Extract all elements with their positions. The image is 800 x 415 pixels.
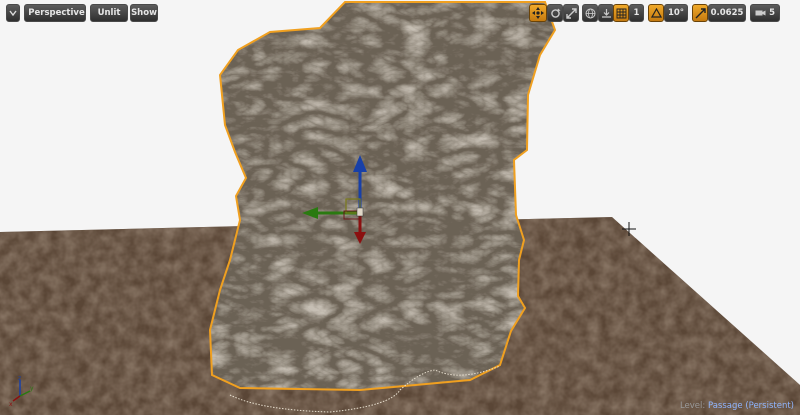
camera-speed-icon: [755, 10, 766, 16]
svg-text:x: x: [9, 401, 13, 408]
svg-text:z: z: [18, 375, 21, 382]
show-flags-button[interactable]: Show: [130, 4, 158, 22]
rotate-icon: [550, 8, 560, 18]
rotation-snap-value[interactable]: 10°: [664, 4, 688, 22]
scale-snap-icon: [695, 7, 706, 18]
unlit-label: Unlit: [97, 8, 121, 18]
rotate-mode-button[interactable]: [547, 4, 563, 22]
translate-mode-button[interactable]: [529, 4, 547, 22]
perspective-label: Perspective: [28, 8, 85, 18]
surface-snap-icon: [601, 8, 611, 18]
camera-speed-label: 5: [769, 8, 775, 18]
viewport[interactable]: z y x Perspective Unlit Show 1 10° 0.062…: [0, 0, 800, 415]
view-mode-unlit-button[interactable]: Unlit: [90, 4, 128, 22]
camera-speed-button[interactable]: 5: [750, 4, 780, 22]
grid-icon: [616, 8, 626, 18]
scale-snap-value[interactable]: 0.0625: [708, 4, 746, 22]
svg-text:y: y: [30, 385, 34, 392]
level-label: Level:: [679, 401, 706, 411]
grid-snap-toggle[interactable]: [613, 4, 629, 22]
rock-mesh[interactable]: [208, 1, 557, 413]
scale-snap-value-label: 0.0625: [710, 8, 744, 18]
viewport-options-button[interactable]: [6, 4, 20, 22]
globe-icon: [585, 8, 595, 18]
perspective-button[interactable]: Perspective: [24, 4, 86, 22]
show-label: Show: [131, 8, 157, 18]
scale-icon: [565, 7, 577, 19]
chevron-down-icon: [9, 10, 17, 16]
viewport-scene[interactable]: z y x: [0, 0, 800, 415]
rotation-snap-toggle[interactable]: [648, 4, 664, 22]
coordinate-system-button[interactable]: [582, 4, 598, 22]
grid-snap-value-label: 1: [633, 8, 640, 18]
gizmo-pivot: [356, 207, 364, 217]
level-name: Passage (Persistent): [707, 401, 794, 411]
scale-mode-button[interactable]: [563, 4, 579, 22]
surface-snapping-button[interactable]: [598, 4, 614, 22]
grid-snap-value[interactable]: 1: [629, 4, 644, 22]
rotation-snap-value-label: 10°: [667, 8, 685, 18]
move-arrows-icon: [532, 7, 544, 19]
scale-snap-toggle[interactable]: [692, 4, 708, 22]
angle-icon: [650, 8, 662, 18]
level-readout: Level: Passage (Persistent): [680, 401, 794, 411]
